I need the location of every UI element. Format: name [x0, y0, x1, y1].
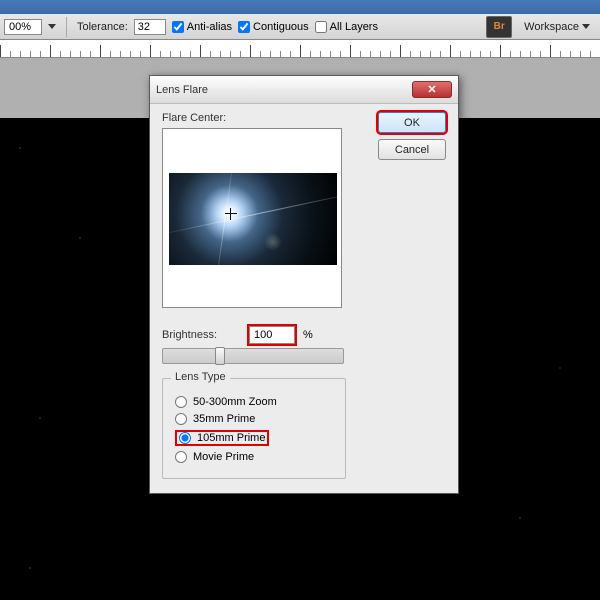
chevron-down-icon [582, 24, 590, 29]
flare-preview[interactable] [162, 128, 342, 308]
radio-50-300mm[interactable]: 50-300mm Zoom [175, 396, 333, 408]
lens-type-label: Lens Type [171, 371, 230, 383]
brightness-slider[interactable] [162, 348, 344, 364]
dialog-title: Lens Flare [156, 84, 208, 96]
alllayers-check-icon[interactable] [315, 21, 327, 33]
workspace-label: Workspace [524, 21, 579, 33]
lens-type-group: Lens Type 50-300mm Zoom 35mm Prime 105mm… [162, 378, 346, 479]
radio-icon[interactable] [175, 413, 187, 425]
tolerance-input[interactable] [134, 19, 166, 35]
close-icon: ✕ [427, 83, 436, 96]
radio-movie[interactable]: Movie Prime [175, 451, 333, 463]
tolerance-label: Tolerance: [77, 21, 128, 33]
separator [66, 17, 67, 37]
zoom-dropdown-icon[interactable] [48, 24, 56, 29]
dialog-body: OK Cancel Flare Center: Brightness: % Le… [150, 104, 458, 493]
contiguous-checkbox[interactable]: Contiguous [238, 21, 309, 33]
brightness-label: Brightness: [162, 329, 217, 341]
radio-icon[interactable] [179, 432, 191, 444]
flare-preview-image [169, 173, 337, 265]
radio-label: 105mm Prime [197, 432, 265, 444]
antialias-checkbox[interactable]: Anti-alias [172, 21, 232, 33]
close-button[interactable]: ✕ [412, 81, 452, 98]
radio-105mm[interactable]: 105mm Prime [175, 430, 333, 446]
radio-label: 50-300mm Zoom [193, 396, 277, 408]
cancel-button[interactable]: Cancel [378, 139, 446, 160]
brightness-unit: % [303, 329, 313, 341]
alllayers-label: All Layers [330, 21, 378, 33]
flare-streak [169, 190, 337, 237]
radio-icon[interactable] [175, 396, 187, 408]
brightness-row: Brightness: % [162, 326, 446, 344]
slider-thumb[interactable] [215, 347, 225, 365]
ruler-horizontal [0, 40, 600, 58]
ok-button[interactable]: OK [378, 112, 446, 133]
alllayers-checkbox[interactable]: All Layers [315, 21, 378, 33]
lens-flare-dialog: Lens Flare ✕ OK Cancel Flare Center: Bri… [149, 75, 459, 494]
radio-35mm[interactable]: 35mm Prime [175, 413, 333, 425]
app-titlebar [0, 0, 600, 14]
brightness-input[interactable] [249, 326, 295, 344]
dialog-titlebar[interactable]: Lens Flare ✕ [150, 76, 458, 104]
antialias-label: Anti-alias [187, 21, 232, 33]
contiguous-label: Contiguous [253, 21, 309, 33]
flare-artifact [264, 233, 282, 251]
dialog-buttons: OK Cancel [378, 112, 446, 160]
radio-label: 35mm Prime [193, 413, 255, 425]
antialias-check-icon[interactable] [172, 21, 184, 33]
zoom-field[interactable]: 00% [4, 19, 42, 35]
flare-crosshair-icon[interactable] [225, 208, 237, 220]
workspace-button[interactable]: Workspace [518, 19, 596, 35]
contiguous-check-icon[interactable] [238, 21, 250, 33]
radio-icon[interactable] [175, 451, 187, 463]
options-bar: 00% Tolerance: Anti-alias Contiguous All… [0, 14, 600, 40]
bridge-icon[interactable]: Br [486, 16, 512, 38]
radio-label: Movie Prime [193, 451, 254, 463]
